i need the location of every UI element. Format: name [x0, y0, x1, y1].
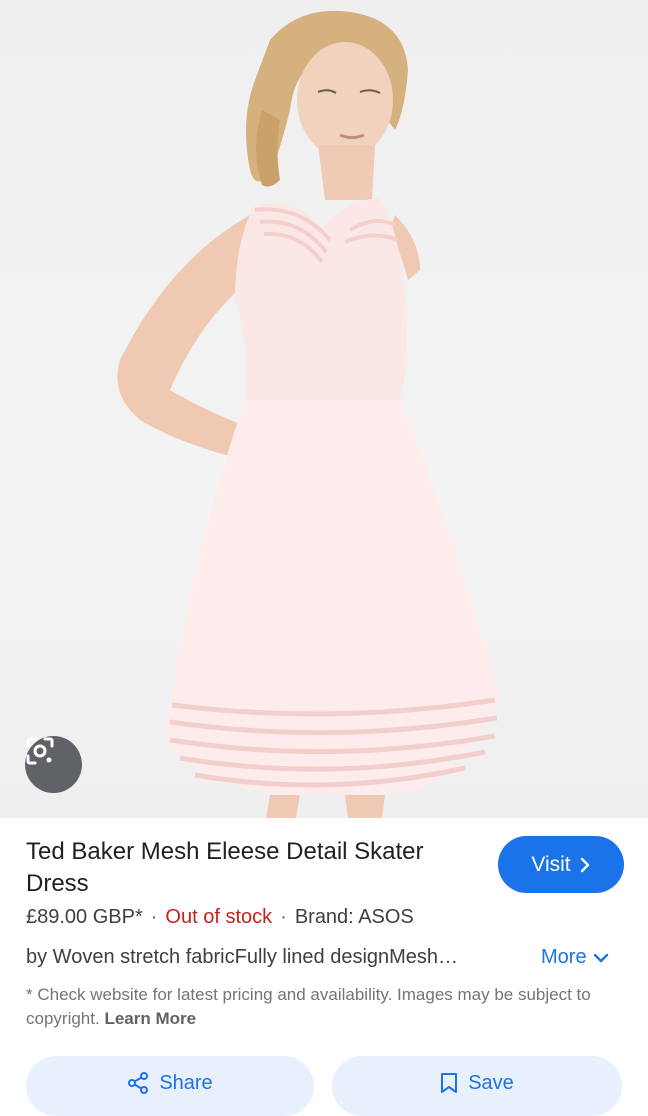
share-label: Share	[159, 1072, 213, 1094]
save-button[interactable]: Save	[332, 1056, 622, 1116]
chevron-down-icon	[593, 953, 608, 962]
brand: Brand: ASOS	[294, 906, 414, 928]
price: £89.00 GBP*	[26, 906, 143, 928]
camera-search-icon[interactable]	[25, 736, 82, 793]
product-image[interactable]	[0, 0, 648, 818]
separator: ·	[280, 906, 287, 928]
visit-label: Visit	[531, 852, 571, 876]
share-icon	[128, 1072, 149, 1094]
visit-button[interactable]: Visit	[498, 836, 624, 893]
share-button[interactable]: Share	[26, 1056, 314, 1116]
stock-status: Out of stock	[165, 906, 273, 928]
chevron-right-icon	[580, 857, 589, 872]
product-description: by Woven stretch fabricFully lined desig…	[26, 946, 459, 968]
product-title[interactable]: Ted Baker Mesh Eleese Detail Skater Dres…	[26, 836, 476, 900]
dress-photo	[117, 10, 500, 818]
save-label: Save	[468, 1072, 514, 1094]
bookmark-icon	[441, 1073, 458, 1093]
learn-more-link[interactable]: Learn More	[104, 1009, 196, 1028]
product-meta: £89.00 GBP* · Out of stock · Brand: ASOS	[26, 906, 414, 929]
separator: ·	[150, 906, 158, 928]
more-label: More	[541, 946, 587, 968]
more-button[interactable]: More	[541, 946, 609, 969]
disclaimer: * Check website for latest pricing and a…	[26, 983, 596, 1031]
